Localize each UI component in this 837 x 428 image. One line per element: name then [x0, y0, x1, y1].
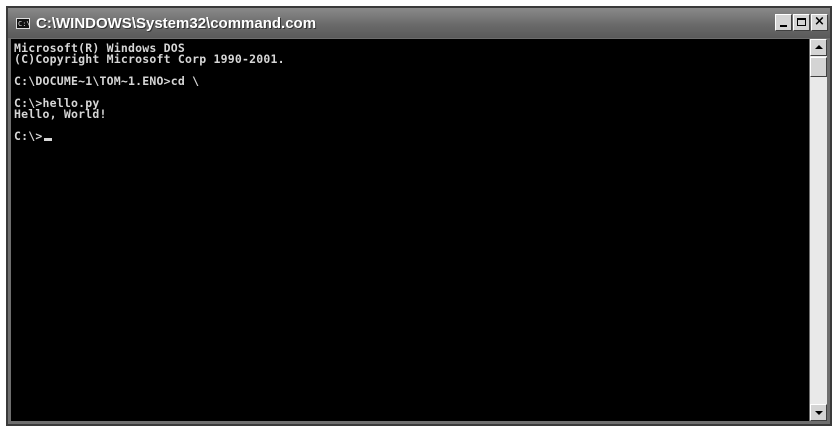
minimize-button[interactable]	[775, 14, 792, 31]
text-cursor	[43, 138, 52, 141]
console-line: Hello, World!	[14, 107, 107, 121]
window-controls: ×	[775, 14, 828, 31]
window-title: C:\WINDOWS\System32\command.com	[36, 14, 317, 32]
console-line: C:\DOCUME~1\TOM~1.ENO>cd \	[14, 74, 200, 88]
command-prompt-window: C:\ C:\WINDOWS\System32\command.com × Mi…	[6, 6, 832, 426]
maximize-icon	[797, 18, 806, 26]
scroll-up-button[interactable]	[810, 39, 827, 56]
scroll-down-button[interactable]	[810, 404, 827, 421]
title-bar[interactable]: C:\ C:\WINDOWS\System32\command.com ×	[8, 8, 830, 38]
maximize-button[interactable]	[793, 14, 810, 31]
arrow-down-icon	[815, 411, 823, 415]
console-line: C:\>hello.py	[14, 96, 100, 110]
prompt-line[interactable]: C:\>	[14, 129, 809, 143]
close-button[interactable]: ×	[811, 14, 828, 31]
console-output[interactable]: Microsoft(R) Windows DOS (C)Copyright Mi…	[11, 39, 809, 421]
vertical-scrollbar[interactable]	[810, 39, 827, 421]
close-icon: ×	[814, 14, 825, 29]
minimize-icon	[780, 25, 787, 27]
scroll-thumb[interactable]	[810, 57, 827, 77]
prompt-text: C:\>	[14, 129, 43, 143]
console-line: (C)Copyright Microsoft Corp 1990-2001.	[14, 52, 285, 66]
arrow-up-icon	[815, 45, 823, 49]
console-icon[interactable]: C:\	[16, 17, 31, 29]
